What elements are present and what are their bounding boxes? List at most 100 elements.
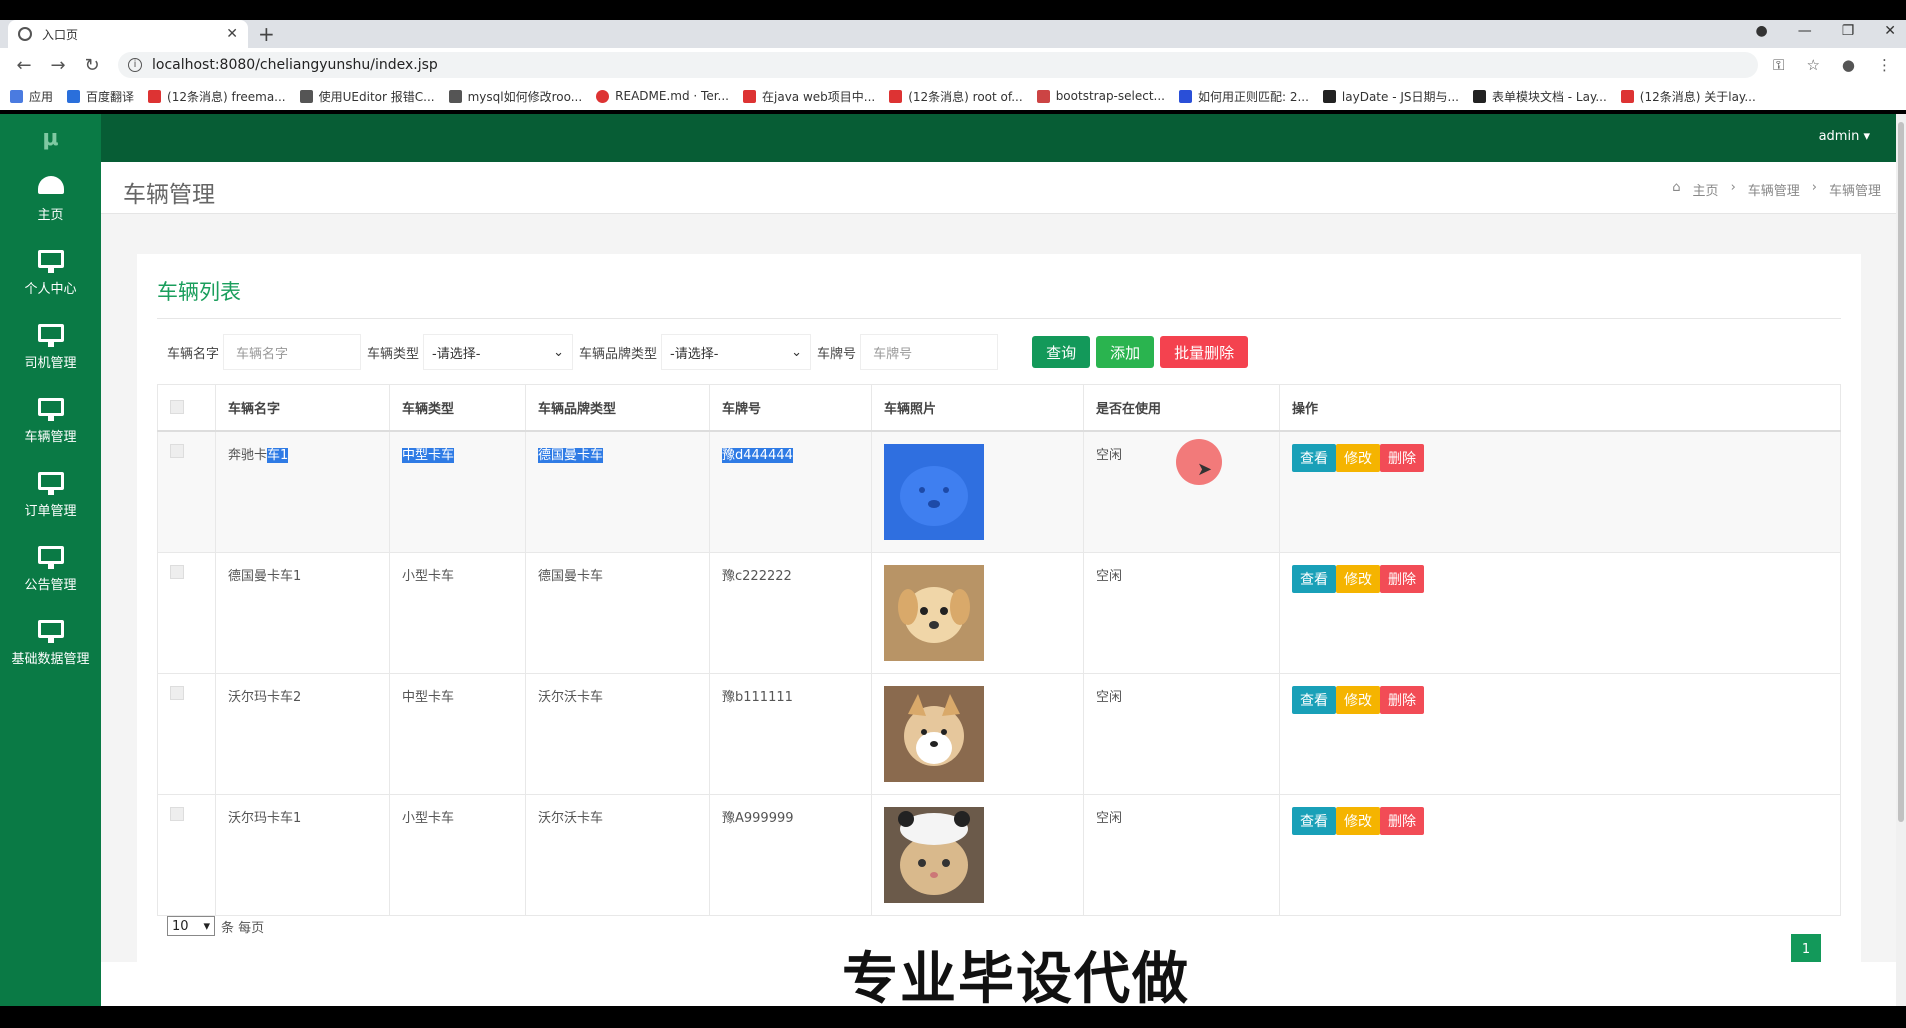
bookmark-item[interactable]: (12条消息) freema... [148, 88, 286, 105]
sidebar-item-label: 司机管理 [24, 355, 77, 371]
site-icon [1036, 89, 1050, 103]
bookmark-item[interactable]: bootstrap-select... [1036, 89, 1165, 103]
star-icon[interactable]: ☆ [1806, 56, 1819, 74]
close-tab-icon[interactable]: ✕ [226, 26, 238, 42]
vehicle-type-cell: 中型卡车 [389, 672, 526, 795]
edit-button[interactable]: 修改 [1336, 443, 1380, 472]
translate-icon [67, 89, 81, 103]
photo-cell [871, 793, 1084, 916]
key-icon[interactable]: ⚿ [1773, 56, 1784, 74]
view-button[interactable]: 查看 [1292, 806, 1336, 835]
forward-icon[interactable]: → [48, 55, 68, 76]
info-icon[interactable]: i [128, 58, 142, 72]
bookmark-item[interactable]: 应用 [10, 88, 53, 105]
sidebar-item-personal-center[interactable]: 个人中心 [0, 236, 101, 310]
view-button[interactable]: 查看 [1292, 564, 1336, 593]
scrollbar-thumb[interactable] [1898, 122, 1904, 822]
vehicle-brand-select[interactable]: -请选择- ⌄ [661, 334, 812, 370]
sidebar-item-home[interactable]: 主页 [0, 162, 101, 236]
baidu-paw-icon [1178, 89, 1192, 103]
username: admin [1818, 129, 1860, 144]
table-row: 德国曼卡车1 小型卡车 德国曼卡车 豫c222222 空闲 查看 修改 删除 [157, 551, 1841, 674]
bookmark-item[interactable]: (12条消息) 关于lay... [1620, 88, 1756, 105]
browser-tab[interactable]: 入口页 ✕ [8, 20, 248, 48]
csdn-icon [743, 89, 756, 103]
photo-cell [871, 551, 1084, 674]
search-button[interactable]: 查询 [1032, 336, 1091, 368]
menu-icon[interactable]: ⋮ [1877, 56, 1892, 74]
edit-button[interactable]: 修改 [1336, 564, 1380, 593]
edit-button[interactable]: 修改 [1336, 806, 1380, 835]
row-checkbox[interactable] [170, 806, 184, 821]
bookmark-item[interactable]: 表单模块文档 - Lay... [1472, 88, 1607, 105]
vehicle-name-cell: 沃尔玛卡车2 [215, 672, 390, 795]
breadcrumb-item[interactable]: 车辆管理 [1748, 180, 1800, 199]
new-tab-button[interactable]: + [258, 22, 275, 46]
restore-icon[interactable]: ❐ [1842, 23, 1855, 39]
add-button[interactable]: 添加 [1096, 336, 1155, 368]
view-button[interactable]: 查看 [1292, 443, 1336, 472]
vehicle-name-input[interactable]: 车辆名字 [223, 334, 362, 370]
sidebar-item-vehicles[interactable]: 车辆管理 [0, 384, 101, 458]
sidebar-item-basic-data[interactable]: 基础数据管理 [0, 606, 101, 680]
select-all-checkbox[interactable] [170, 400, 184, 415]
in-use-cell: 空闲 [1083, 551, 1280, 674]
vehicle-brand-cell: 沃尔沃卡车 [525, 672, 710, 795]
bookmark-item[interactable]: mysql如何修改roo... [448, 88, 582, 105]
chevron-down-icon: ⌄ [791, 344, 803, 360]
account-icon[interactable]: ● [1842, 56, 1855, 74]
delete-button[interactable]: 删除 [1380, 806, 1424, 835]
close-window-icon[interactable]: ✕ [1884, 23, 1896, 39]
monitor-icon [37, 545, 64, 569]
delete-button[interactable]: 删除 [1380, 564, 1424, 593]
bookmark-item[interactable]: (12条消息) root of... [889, 88, 1023, 105]
user-menu[interactable]: admin ▾ [1819, 129, 1870, 144]
bookmark-item[interactable]: README.md · Ter... [596, 89, 729, 103]
vehicle-name-cell: 沃尔玛卡车1 [215, 793, 390, 916]
breadcrumb-item[interactable]: 主页 [1693, 180, 1719, 199]
bookmark-item[interactable]: 百度翻译 [67, 88, 134, 105]
bookmark-item[interactable]: 使用UEditor 报错C... [299, 88, 435, 105]
globe-icon [18, 27, 32, 41]
bookmark-item[interactable]: 在java web项目中... [743, 88, 875, 105]
actions-cell: 查看 修改 删除 [1279, 551, 1841, 674]
monitor-icon [37, 249, 64, 273]
monitor-icon [37, 323, 64, 347]
in-use-cell: 空闲 [1083, 672, 1280, 795]
csdn-icon [889, 89, 903, 103]
page-number-button[interactable]: 1 [1791, 934, 1821, 964]
table-row: 奔驰卡车1 中型卡车 德国曼卡车 豫d444444 空闲 查看 修改 删除 [157, 430, 1841, 553]
batch-delete-button[interactable]: 批量删除 [1160, 336, 1249, 368]
plate-number-input[interactable]: 车牌号 [860, 334, 999, 370]
delete-button[interactable]: 删除 [1380, 685, 1424, 714]
scrollbar[interactable] [1896, 114, 1906, 1006]
actions-cell: 查看 修改 删除 [1279, 430, 1841, 553]
row-checkbox[interactable] [170, 443, 184, 458]
url-field[interactable]: i localhost:8080/cheliangyunshu/index.js… [118, 52, 1758, 78]
caret-down-icon: ▾ [1863, 129, 1870, 144]
edit-button[interactable]: 修改 [1336, 685, 1380, 714]
row-checkbox[interactable] [170, 564, 184, 579]
photo-cell [871, 430, 1084, 553]
bookmark-item[interactable]: layDate - JS日期与... [1322, 88, 1459, 105]
dashboard-icon [37, 175, 64, 194]
reload-icon[interactable]: ↻ [82, 55, 102, 76]
sidebar-item-orders[interactable]: 订单管理 [0, 458, 101, 532]
row-checkbox[interactable] [170, 685, 184, 700]
page-size-select[interactable]: 10 ▾ [167, 916, 215, 936]
divider [157, 318, 1841, 319]
sidebar-item-notices[interactable]: 公告管理 [0, 532, 101, 606]
vehicle-name-cell: 德国曼卡车1 [215, 551, 390, 674]
row-actions: 查看 修改 删除 [1292, 806, 1828, 835]
back-icon[interactable]: ← [14, 55, 34, 76]
profile-circle-icon[interactable]: ● [1755, 23, 1767, 39]
sidebar-item-drivers[interactable]: 司机管理 [0, 310, 101, 384]
layui-icon [1472, 89, 1486, 103]
delete-button[interactable]: 删除 [1380, 443, 1424, 472]
bookmark-item[interactable]: 如何用正则匹配: 2... [1178, 88, 1309, 105]
vehicle-type-select[interactable]: -请选择- ⌄ [423, 334, 574, 370]
vehicle-list-panel: 车辆列表 车辆名字 车辆名字 车辆类型 -请选择- ⌄ 车辆品牌类型 -请选择-… [137, 254, 1861, 994]
vehicle-name-cell: 奔驰卡车1 [215, 430, 390, 553]
minimize-icon[interactable]: — [1798, 23, 1812, 39]
view-button[interactable]: 查看 [1292, 685, 1336, 714]
